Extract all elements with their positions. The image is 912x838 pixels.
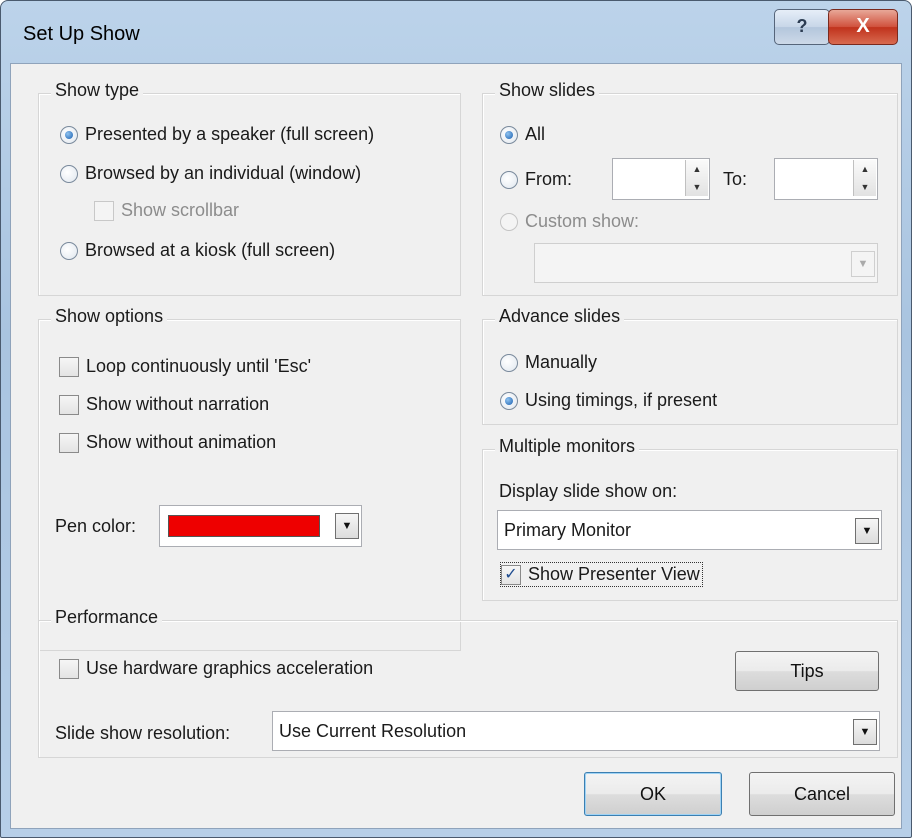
slide-show-resolution-label: Slide show resolution:	[55, 723, 231, 743]
radio-using-timings[interactable]: Using timings, if present	[500, 390, 717, 411]
from-slide-spinner[interactable]: ▲ ▼	[612, 158, 710, 200]
custom-show-dropdown: ▼	[534, 243, 878, 283]
performance-group: Performance Use hardware graphics accele…	[38, 607, 898, 758]
show-without-narration-checkbox[interactable]: Show without narration	[59, 394, 269, 415]
ok-button[interactable]: OK	[584, 772, 722, 816]
checkbox-icon	[59, 432, 79, 453]
show-options-group: Show options Loop continuously until 'Es…	[38, 306, 461, 651]
pen-color-swatch	[168, 515, 320, 537]
radio-label: Browsed by an individual (window)	[85, 163, 362, 183]
radio-icon	[60, 241, 78, 260]
checkbox-icon	[59, 658, 79, 679]
radio-browsed-at-kiosk[interactable]: Browsed at a kiosk (full screen)	[60, 240, 335, 261]
radio-icon	[500, 170, 518, 189]
chevron-down-icon[interactable]: ▼	[335, 513, 359, 539]
chevron-down-icon: ▼	[851, 251, 875, 277]
spinner-arrows-icon[interactable]: ▲ ▼	[685, 160, 708, 196]
radio-icon	[60, 164, 78, 183]
radio-from-slide[interactable]: From:	[500, 169, 572, 190]
advance-slides-title: Advance slides	[495, 306, 625, 327]
checkbox-icon	[59, 394, 79, 415]
show-type-group: Show type Presented by a speaker (full s…	[38, 80, 461, 296]
radio-icon	[500, 391, 518, 410]
performance-title: Performance	[51, 607, 163, 628]
show-slides-title: Show slides	[495, 80, 600, 101]
checkbox-icon	[94, 200, 114, 221]
set-up-show-dialog: Set Up Show ? X Show type Presented by a…	[0, 0, 912, 838]
radio-browsed-by-individual[interactable]: Browsed by an individual (window)	[60, 163, 361, 184]
radio-label: Using timings, if present	[525, 390, 718, 410]
radio-label: Browsed at a kiosk (full screen)	[85, 240, 336, 260]
radio-label: From:	[525, 169, 572, 189]
pen-color-label: Pen color:	[55, 516, 137, 536]
show-presenter-view-checkbox[interactable]: ✓ Show Presenter View	[500, 562, 703, 587]
help-button[interactable]: ?	[774, 9, 830, 45]
radio-all-slides[interactable]: All	[500, 124, 545, 145]
show-without-animation-checkbox[interactable]: Show without animation	[59, 432, 276, 453]
show-slides-group: Show slides All From: ▲ ▼ To: ▲ ▼ Custom s…	[482, 80, 898, 296]
checkbox-icon	[59, 356, 79, 377]
dialog-title: Set Up Show	[23, 23, 140, 45]
radio-icon	[500, 125, 518, 144]
checkbox-label: Show without narration	[86, 394, 270, 414]
radio-icon	[500, 353, 518, 372]
resolution-value: Use Current Resolution	[279, 721, 467, 741]
close-button[interactable]: X	[828, 9, 898, 45]
chevron-down-icon[interactable]: ▼	[853, 719, 877, 745]
spinner-arrows-icon[interactable]: ▲ ▼	[853, 160, 876, 196]
radio-label: Manually	[525, 352, 598, 372]
tips-button[interactable]: Tips	[735, 651, 879, 691]
radio-label: All	[525, 124, 546, 144]
advance-slides-group: Advance slides Manually Using timings, i…	[482, 306, 898, 425]
show-type-title: Show type	[51, 80, 144, 101]
checkmark-icon: ✓	[501, 564, 521, 585]
show-options-title: Show options	[51, 306, 168, 327]
to-slide-spinner[interactable]: ▲ ▼	[774, 158, 878, 200]
radio-manually[interactable]: Manually	[500, 352, 597, 373]
cancel-button[interactable]: Cancel	[749, 772, 895, 816]
checkbox-label: Use hardware graphics acceleration	[86, 658, 374, 678]
radio-custom-show: Custom show:	[500, 211, 639, 232]
checkbox-label: Show Presenter View	[528, 564, 700, 584]
title-bar: Set Up Show ? X	[1, 1, 911, 63]
multiple-monitors-title: Multiple monitors	[495, 436, 640, 457]
checkbox-label: Show without animation	[86, 432, 277, 452]
display-monitor-dropdown[interactable]: Primary Monitor ▼	[497, 510, 882, 550]
checkbox-label: Loop continuously until 'Esc'	[86, 356, 312, 376]
display-monitor-value: Primary Monitor	[504, 520, 632, 540]
to-label: To:	[723, 169, 748, 189]
loop-continuously-checkbox[interactable]: Loop continuously until 'Esc'	[59, 356, 311, 377]
resolution-dropdown[interactable]: Use Current Resolution ▼	[272, 711, 880, 751]
checkbox-label: Show scrollbar	[121, 200, 240, 220]
pen-color-picker[interactable]: ▼	[159, 505, 362, 547]
show-scrollbar-checkbox[interactable]: Show scrollbar	[94, 200, 239, 221]
radio-icon	[500, 212, 518, 231]
radio-label: Presented by a speaker (full screen)	[85, 124, 375, 144]
dialog-body: Show type Presented by a speaker (full s…	[10, 63, 902, 829]
radio-presented-by-speaker[interactable]: Presented by a speaker (full screen)	[60, 124, 374, 145]
display-slide-show-label: Display slide show on:	[499, 481, 678, 501]
multiple-monitors-group: Multiple monitors Display slide show on:…	[482, 436, 898, 601]
radio-label: Custom show:	[525, 211, 640, 231]
radio-icon	[60, 125, 78, 144]
hardware-acceleration-checkbox[interactable]: Use hardware graphics acceleration	[59, 658, 373, 679]
chevron-down-icon[interactable]: ▼	[855, 518, 879, 544]
